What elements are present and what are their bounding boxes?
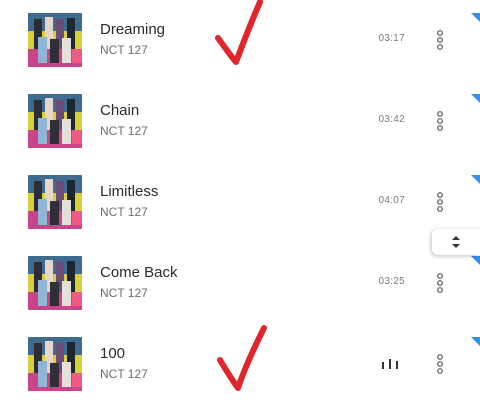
scroll-handle-icon [452,236,460,248]
song-duration: 04:07 [378,195,405,206]
song-duration: 03:42 [378,114,405,125]
song-title: 100 [100,345,126,362]
corner-marker [471,256,480,265]
scroll-handle[interactable] [432,229,480,255]
song-duration: 03:17 [378,33,405,44]
song-title: Limitless [100,183,159,200]
song-artist: NCT 127 [100,124,148,138]
song-artist: NCT 127 [100,43,148,57]
song-list: Dreaming NCT 127 03:17 Chain NCT 127 03:… [0,0,480,410]
song-duration: 03:25 [378,276,405,287]
album-cover [28,94,82,148]
more-vertical-icon[interactable] [433,353,447,375]
more-vertical-icon[interactable] [433,272,447,294]
song-artist: NCT 127 [100,367,148,381]
album-cover [28,337,82,391]
more-vertical-icon[interactable] [433,29,447,51]
song-title: Chain [100,102,140,119]
corner-marker [471,94,480,103]
more-vertical-icon[interactable] [433,191,447,213]
song-row[interactable]: Limitless NCT 127 04:07 [0,162,480,243]
corner-marker [471,175,480,184]
song-row[interactable]: Come Back NCT 127 03:25 [0,243,480,324]
song-artist: NCT 127 [100,286,148,300]
album-cover [28,13,82,67]
corner-marker [471,13,480,22]
song-row[interactable]: Chain NCT 127 03:42 [0,81,480,162]
equalizer-icon [382,359,400,369]
song-row[interactable]: Dreaming NCT 127 03:17 [0,0,480,81]
song-title: Come Back [100,264,178,281]
more-vertical-icon[interactable] [433,110,447,132]
song-artist: NCT 127 [100,205,148,219]
corner-marker [471,337,480,346]
album-cover [28,175,82,229]
song-row[interactable]: 100 NCT 127 [0,324,480,405]
album-cover [28,256,82,310]
song-title: Dreaming [100,21,166,38]
